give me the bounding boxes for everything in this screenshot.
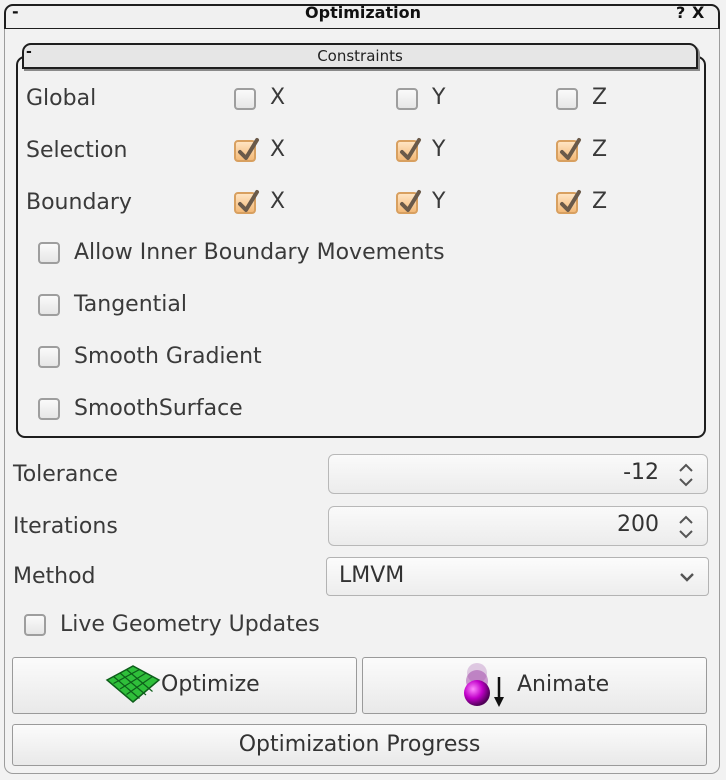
axis-label-z: Z: [592, 85, 608, 110]
row-label-global: Global: [26, 86, 97, 111]
close-button[interactable]: X: [692, 3, 704, 22]
option-label: Allow Inner Boundary Movements: [74, 240, 445, 265]
option-label: SmoothSurface: [74, 396, 243, 421]
option-checkbox[interactable]: [38, 242, 60, 264]
axis-label-y: Y: [432, 85, 446, 110]
optimization-progress-button[interactable]: Optimization Progress: [12, 724, 707, 766]
live-geometry-updates-checkbox[interactable]: [24, 614, 46, 636]
axis-label-z: Z: [592, 137, 608, 162]
option-label: Smooth Gradient: [74, 344, 262, 369]
chevron-down-icon: [680, 573, 694, 582]
method-value: LMVM: [339, 563, 405, 588]
row-label-boundary: Boundary: [26, 190, 132, 215]
checkbox-selection-x[interactable]: [234, 138, 259, 162]
window-title: Optimization: [305, 3, 421, 22]
mesh-icon: [105, 665, 161, 703]
tolerance-value: -12: [623, 460, 659, 485]
live-geometry-updates-label: Live Geometry Updates: [60, 612, 320, 637]
spin-arrows-icon[interactable]: [677, 513, 695, 541]
animate-ball-icon: [464, 663, 504, 707]
constraints-title: Constraints: [317, 47, 403, 65]
checkbox-global-x[interactable]: [234, 88, 256, 110]
checkbox-global-z[interactable]: [556, 88, 578, 110]
spin-arrows-icon[interactable]: [677, 461, 695, 489]
animate-button[interactable]: Animate: [362, 657, 707, 714]
option-checkbox[interactable]: [38, 398, 60, 420]
checkmark-icon: [560, 190, 581, 212]
axis-label-x: X: [270, 189, 286, 214]
checkbox-boundary-x[interactable]: [234, 190, 259, 214]
iterations-value: 200: [617, 512, 659, 537]
tolerance-label: Tolerance: [13, 462, 118, 487]
checkmark-icon: [400, 190, 421, 212]
tolerance-spinbox[interactable]: -12: [328, 454, 708, 494]
axis-label-x: X: [270, 137, 286, 162]
optimization-progress-label: Optimization Progress: [238, 732, 481, 757]
checkmark-icon: [560, 138, 581, 160]
checkmark-icon: [238, 190, 259, 212]
method-label: Method: [13, 564, 96, 589]
axis-label-z: Z: [592, 189, 608, 214]
row-label-selection: Selection: [26, 138, 128, 163]
checkbox-boundary-z[interactable]: [556, 190, 581, 214]
method-select[interactable]: LMVM: [326, 557, 709, 596]
axis-label-y: Y: [432, 189, 446, 214]
checkmark-icon: [400, 138, 421, 160]
axis-label-y: Y: [432, 137, 446, 162]
option-label: Tangential: [74, 292, 187, 317]
option-checkbox[interactable]: [38, 294, 60, 316]
iterations-spinbox[interactable]: 200: [328, 506, 708, 546]
option-checkbox[interactable]: [38, 346, 60, 368]
axis-label-x: X: [270, 85, 286, 110]
checkbox-selection-z[interactable]: [556, 138, 581, 162]
help-button[interactable]: ?: [676, 3, 685, 22]
checkmark-icon: [238, 138, 259, 160]
optimize-button-label: Optimize: [161, 672, 260, 697]
optimize-button[interactable]: Optimize: [12, 657, 357, 714]
iterations-label: Iterations: [13, 514, 118, 539]
checkbox-selection-y[interactable]: [396, 138, 421, 162]
animate-button-label: Animate: [517, 672, 610, 697]
checkbox-global-y[interactable]: [396, 88, 418, 110]
checkbox-boundary-y[interactable]: [396, 190, 421, 214]
